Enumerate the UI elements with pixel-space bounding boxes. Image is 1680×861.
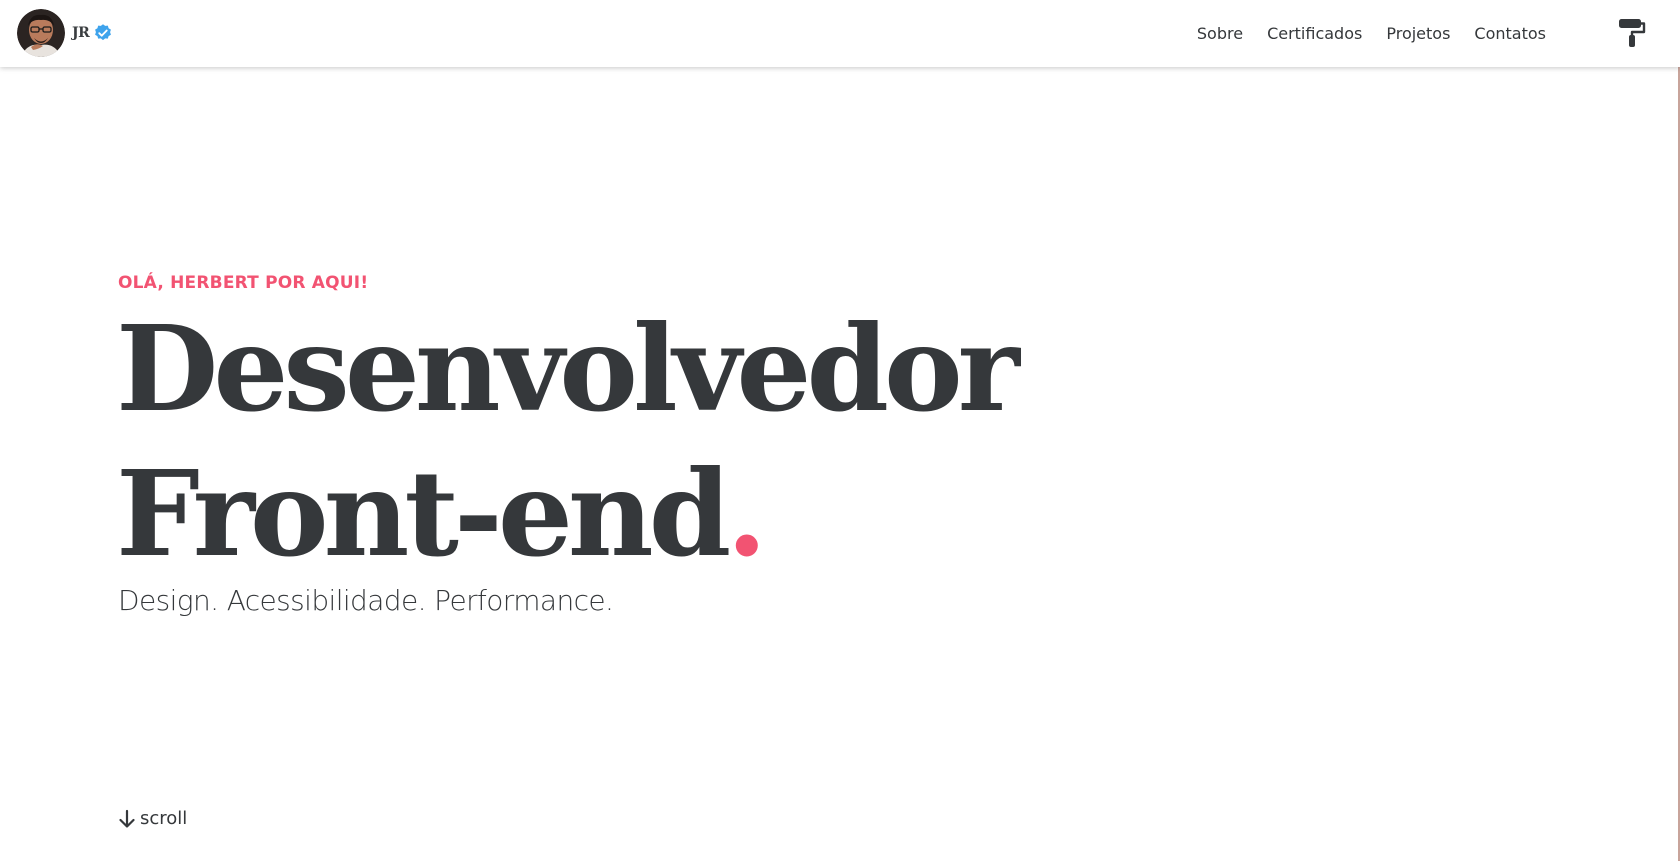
site-header: JR Sobre Certificados Projetos Contatos [0,0,1680,67]
paint-roller-icon[interactable] [1618,18,1646,48]
hero-tagline: Design. Acessibilidade. Performance. [118,584,614,617]
verified-badge-icon [95,24,112,41]
scroll-label: scroll [140,808,188,829]
hero-title-line2-text: Front-end [116,444,731,583]
main-nav: Sobre Certificados Projetos Contatos [1173,0,1546,67]
nav-link-projetos[interactable]: Projetos [1386,24,1450,43]
brand-initials: JR [72,25,90,41]
scroll-indicator[interactable]: scroll [118,808,187,829]
arrow-down-icon [119,809,135,828]
hero-greeting: OLÁ, HERBERT POR AQUI! [118,273,369,293]
hero-title-line1: Desenvolvedor [116,299,1020,438]
nav-link-contatos[interactable]: Contatos [1474,24,1546,43]
hero-title-line2: Front-end. [116,455,767,573]
nav-link-sobre[interactable]: Sobre [1197,24,1243,43]
brand[interactable]: JR [17,9,113,57]
accent-dot: . [726,444,767,583]
nav-link-certificados[interactable]: Certificados [1267,24,1362,43]
avatar[interactable] [17,9,65,57]
